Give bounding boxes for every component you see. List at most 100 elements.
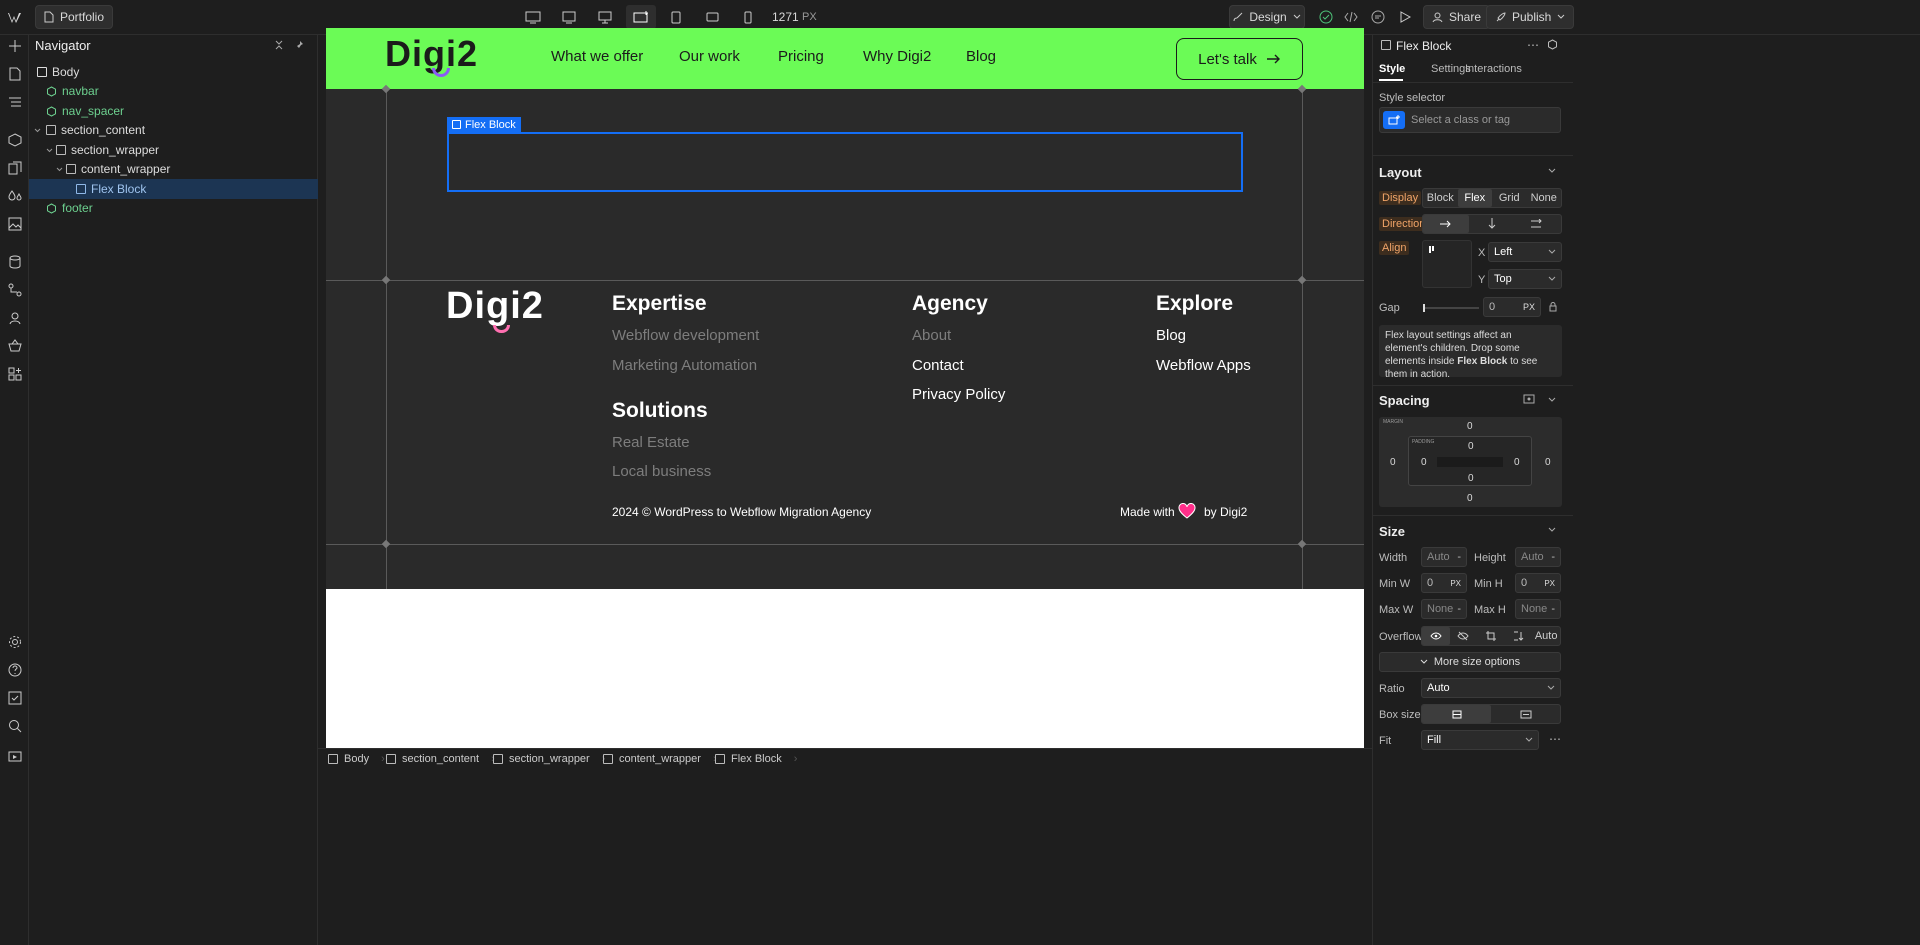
display-option-flex[interactable]: Flex	[1457, 189, 1492, 207]
padding-left-value[interactable]: 0	[1421, 457, 1427, 468]
menu-link-our-work[interactable]: Our work	[679, 48, 740, 65]
menu-link-what-we-offer[interactable]: What we offer	[551, 48, 643, 65]
align-x-select[interactable]: Left	[1488, 242, 1562, 262]
nav-item-section-content[interactable]: section_content	[29, 120, 318, 140]
chevron-down-icon[interactable]	[29, 128, 46, 133]
padding-bottom-value[interactable]: 0	[1468, 473, 1474, 484]
width-input[interactable]: Auto -	[1421, 547, 1467, 567]
display-option-block[interactable]: Block	[1423, 189, 1458, 207]
display-segmented-control[interactable]: Block Flex Grid None	[1422, 188, 1562, 208]
direction-row-icon[interactable]	[1423, 215, 1469, 233]
pages-icon[interactable]	[6, 65, 24, 83]
selection-tag[interactable]: Flex Block	[447, 117, 521, 132]
status-check-icon[interactable]	[1317, 5, 1335, 29]
tab-style[interactable]: Style	[1379, 63, 1405, 75]
variables-icon[interactable]	[6, 159, 24, 177]
nav-item-flex-block[interactable]: Flex Block	[29, 179, 318, 199]
chevron-down-icon[interactable]	[1548, 168, 1556, 174]
overflow-auto-option[interactable]: Auto	[1532, 627, 1560, 645]
padding-top-value[interactable]: 0	[1468, 441, 1474, 452]
breadcrumb-item[interactable]: Body ›	[328, 753, 385, 765]
search-icon[interactable]	[6, 717, 24, 735]
layout-section-title[interactable]: Layout	[1379, 165, 1422, 180]
comments-icon[interactable]	[1369, 5, 1387, 29]
nav-item-section-wrapper[interactable]: section_wrapper	[29, 140, 318, 160]
mobile-landscape-breakpoint-icon[interactable]	[703, 5, 721, 29]
overflow-clip-icon[interactable]	[1505, 627, 1533, 645]
styles-drops-icon[interactable]	[6, 187, 24, 205]
desktop-breakpoint-icon[interactable]	[595, 5, 615, 29]
share-button[interactable]: Share	[1423, 5, 1491, 29]
cms-database-icon[interactable]	[6, 253, 24, 271]
style-selector-input[interactable]: Select a class or tag	[1379, 107, 1561, 133]
nav-item-navbar[interactable]: navbar	[29, 81, 318, 101]
footer-link[interactable]: Blog	[1156, 327, 1186, 344]
menu-link-blog[interactable]: Blog	[966, 48, 996, 65]
tab-interactions[interactable]: Interactions	[1465, 63, 1522, 75]
nav-item-nav-spacer[interactable]: nav_spacer	[29, 101, 318, 121]
lock-icon[interactable]	[1549, 302, 1557, 312]
settings-gear-icon[interactable]	[6, 633, 24, 651]
box-size-segmented-control[interactable]	[1421, 704, 1561, 724]
display-option-grid[interactable]: Grid	[1492, 189, 1527, 207]
breadcrumb-item[interactable]: section_content ›	[386, 753, 495, 765]
apps-icon[interactable]	[6, 365, 24, 383]
min-height-input[interactable]: 0 PX	[1515, 573, 1561, 593]
nav-item-content-wrapper[interactable]: content_wrapper	[29, 159, 318, 179]
footer-link[interactable]: Real Estate	[612, 434, 690, 451]
overflow-segmented-control[interactable]: Auto	[1421, 626, 1561, 646]
spacing-visualize-icon[interactable]	[1523, 394, 1535, 404]
chevron-down-icon[interactable]	[1548, 397, 1556, 403]
margin-left-value[interactable]: 0	[1390, 457, 1396, 468]
desktop-xl-breakpoint-icon[interactable]	[523, 5, 543, 29]
size-section-title[interactable]: Size	[1379, 524, 1405, 539]
min-height-unit[interactable]: PX	[1544, 579, 1555, 588]
breadcrumb-item[interactable]: section_wrapper ›	[493, 753, 605, 765]
preview-play-icon[interactable]	[1396, 5, 1414, 29]
min-width-unit[interactable]: PX	[1450, 579, 1461, 588]
add-icon[interactable]	[6, 37, 24, 55]
lets-talk-button[interactable]: Let's talk	[1176, 38, 1303, 80]
gap-unit[interactable]: PX	[1523, 302, 1535, 312]
fit-select[interactable]: Fill	[1421, 730, 1539, 750]
canvas-width-value[interactable]: 1271	[772, 5, 799, 29]
overflow-scroll-icon[interactable]	[1477, 627, 1505, 645]
site-navbar[interactable]: Digi2 What we offer Our work Pricing Why…	[326, 28, 1364, 89]
max-width-input[interactable]: None -	[1421, 599, 1467, 619]
ecommerce-basket-icon[interactable]	[6, 337, 24, 355]
page-selector-button[interactable]: Portfolio	[35, 5, 114, 29]
collapse-all-icon[interactable]	[274, 40, 284, 50]
overflow-visible-eye-icon[interactable]	[1422, 627, 1450, 645]
max-height-input[interactable]: None -	[1515, 599, 1561, 619]
menu-link-pricing[interactable]: Pricing	[778, 48, 824, 65]
content-box-icon[interactable]	[1491, 705, 1560, 723]
menu-link-why-digi2[interactable]: Why Digi2	[863, 48, 931, 65]
gap-slider[interactable]	[1423, 304, 1479, 312]
footer-logo[interactable]: Digi2	[446, 285, 544, 328]
breadcrumb-item[interactable]: content_wrapper ›	[603, 753, 717, 765]
nav-item-footer[interactable]: footer	[29, 198, 318, 218]
padding-box[interactable]: PADDING 0 0 0 0	[1408, 436, 1532, 486]
footer-link[interactable]: Webflow development	[612, 327, 759, 344]
ratio-select[interactable]: Auto	[1421, 678, 1561, 698]
gap-input[interactable]: 0 PX	[1483, 297, 1541, 317]
pin-icon[interactable]	[294, 40, 304, 50]
margin-box[interactable]: MARGIN 0 0 0 0 PADDING 0 0 0 0	[1379, 417, 1562, 507]
direction-column-icon[interactable]	[1469, 215, 1515, 233]
fit-more-options-icon[interactable]: ⋯	[1549, 732, 1561, 746]
footer-link[interactable]: Marketing Automation	[612, 357, 757, 374]
margin-bottom-value[interactable]: 0	[1467, 493, 1473, 504]
footer-link[interactable]: Local business	[612, 463, 711, 480]
footer-link[interactable]: About	[912, 327, 951, 344]
code-icon[interactable]	[1342, 5, 1360, 29]
tablet-breakpoint-icon[interactable]	[667, 5, 685, 29]
footer-link[interactable]: Contact	[912, 357, 964, 374]
navigator-icon[interactable]	[6, 93, 24, 111]
base-breakpoint-icon[interactable]	[626, 5, 656, 29]
min-width-input[interactable]: 0 PX	[1421, 573, 1467, 593]
spacing-section-title[interactable]: Spacing	[1379, 393, 1430, 408]
help-icon[interactable]	[6, 661, 24, 679]
chevron-down-icon[interactable]	[29, 167, 66, 172]
direction-segmented-control[interactable]	[1422, 214, 1562, 234]
publish-button[interactable]: Publish	[1486, 5, 1575, 29]
